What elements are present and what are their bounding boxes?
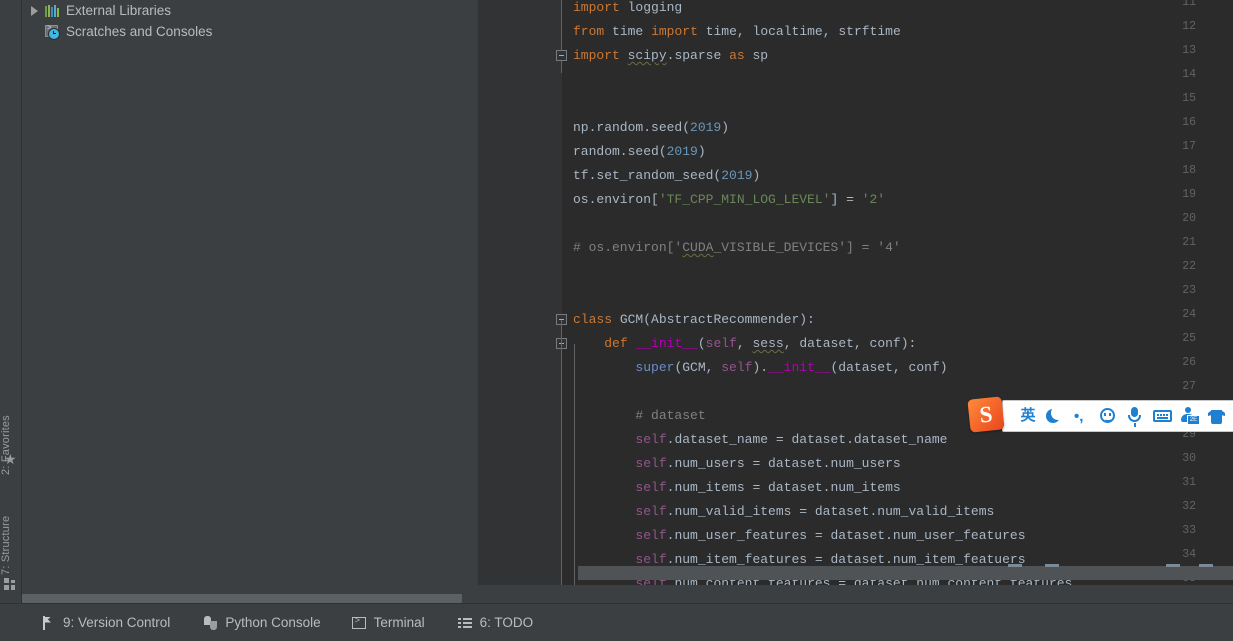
status-item-python-console[interactable]: Python Console — [202, 615, 321, 631]
status-item-label: Terminal — [373, 615, 425, 630]
fold-rail-line — [561, 61, 562, 73]
tree-node-scratches-and-consoles[interactable]: Scratches and Consoles — [22, 21, 477, 42]
code-line[interactable]: self.num_users = dataset.num_users — [573, 452, 900, 476]
tree-node-label: External Libraries — [66, 3, 172, 18]
sogou-logo-icon[interactable]: S — [967, 396, 1005, 433]
tree-node-label: Scratches and Consoles — [66, 24, 213, 39]
code-line[interactable]: tf.set_random_seed(2019) — [573, 164, 760, 188]
fold-marker[interactable] — [556, 50, 567, 61]
code-line[interactable]: # os.environ['CUDA_VISIBLE_DEVICES'] = '… — [573, 236, 901, 260]
code-line[interactable]: super(GCM, self).__init__(dataset, conf) — [573, 356, 947, 380]
code-line[interactable]: self.num_user_features = dataset.num_use… — [573, 524, 1025, 548]
microphone-icon[interactable] — [1122, 402, 1149, 430]
code-line[interactable]: self.dataset_name = dataset.dataset_name — [573, 428, 947, 452]
sogou-logo-text: S — [978, 401, 994, 428]
status-item-version-control[interactable]: 9: Version Control — [40, 615, 170, 631]
code-line[interactable]: import scipy.sparse as sp — [573, 44, 768, 68]
code-line[interactable]: random.seed(2019) — [573, 140, 706, 164]
fold-rail-line — [561, 0, 562, 50]
left-tool-strip: 2: Favorites ★ 7: Structure — [0, 0, 22, 604]
keyboard-icon[interactable] — [1149, 402, 1176, 430]
vcs-branch-icon — [40, 615, 56, 631]
project-tree-panel[interactable]: External Libraries Scratches and Console… — [22, 0, 477, 585]
code-line[interactable]: os.environ['TF_CPP_MIN_LOG_LEVEL'] = '2' — [573, 188, 885, 212]
editor-gutter[interactable] — [478, 0, 562, 585]
scroll-marker — [1008, 564, 1022, 567]
code-line[interactable]: self.num_valid_items = dataset.num_valid… — [573, 500, 994, 524]
code-line[interactable]: def __init__(self, sess, dataset, conf): — [573, 332, 916, 356]
ime-language-mode-toggle[interactable]: 英 — [1015, 402, 1041, 430]
scratches-icon — [44, 24, 60, 40]
account-icon[interactable]: 2E — [1176, 402, 1203, 430]
skin-tshirt-icon[interactable] — [1203, 402, 1230, 430]
libraries-icon — [44, 3, 60, 19]
status-item-label: 9: Version Control — [63, 615, 171, 630]
tree-node-external-libraries[interactable]: External Libraries — [22, 0, 477, 21]
status-item-terminal[interactable]: Terminal — [351, 615, 425, 631]
code-line[interactable]: self.num_items = dataset.num_items — [573, 476, 900, 500]
emoji-smiley-icon[interactable] — [1095, 402, 1122, 430]
fold-rail-line — [574, 344, 575, 585]
status-item-label: 6: TODO — [479, 615, 534, 630]
scroll-marker — [1045, 564, 1059, 567]
code-editor[interactable]: 1112131415161718192021222324252627282930… — [478, 0, 1233, 585]
code-text-layer[interactable]: import logging from time import time, loc… — [573, 0, 1233, 585]
chevron-right-icon[interactable] — [28, 4, 41, 17]
status-item-label: Python Console — [225, 615, 321, 630]
code-line[interactable]: np.random.seed(2019) — [573, 116, 729, 140]
moon-icon[interactable] — [1041, 402, 1068, 430]
terminal-icon — [351, 615, 367, 631]
status-item-todo[interactable]: 6: TODO — [457, 615, 534, 631]
star-icon: ★ — [4, 451, 17, 467]
code-line[interactable]: from time import time, localtime, strfti… — [573, 20, 901, 44]
editor-horizontal-scrollbar[interactable] — [578, 566, 1233, 580]
code-line[interactable]: import logging — [573, 0, 682, 20]
punctuation-icon[interactable]: •, — [1068, 402, 1095, 430]
python-icon — [202, 615, 218, 631]
tool-tab-structure[interactable]: 7: Structure — [0, 495, 21, 575]
structure-blocks-icon — [4, 578, 18, 592]
code-line[interactable]: # dataset — [573, 404, 705, 428]
tool-window-status-bar: 9: Version Control Python Console Termin… — [0, 603, 1233, 641]
ide-window: 2: Favorites ★ 7: Structure External Lib… — [0, 0, 1233, 641]
scrollbar-thumb[interactable] — [22, 594, 462, 603]
fold-rail-line — [561, 320, 562, 585]
scroll-marker — [1199, 564, 1213, 567]
todo-list-icon — [457, 615, 473, 631]
ime-toolbar[interactable]: 英 •, 2E — [1002, 400, 1233, 432]
code-line[interactable]: class GCM(AbstractRecommender): — [573, 308, 815, 332]
scroll-marker — [1166, 564, 1180, 567]
